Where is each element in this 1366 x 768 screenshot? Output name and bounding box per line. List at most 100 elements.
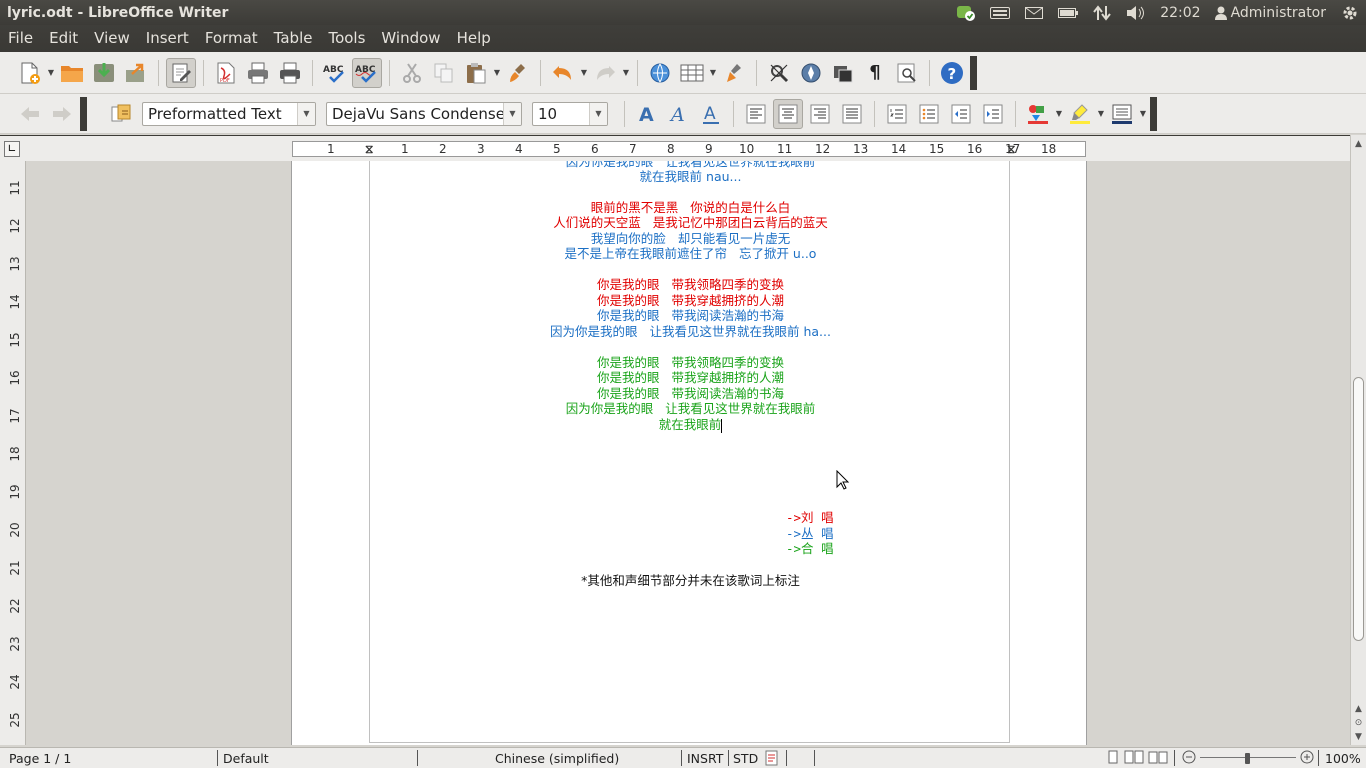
lyric-line[interactable]: 眼前的黑不是黑 你说的白是什么白 [370, 200, 1011, 215]
paste-button[interactable] [461, 58, 491, 88]
autospellcheck-button[interactable]: ABC [352, 57, 382, 88]
table-button[interactable] [677, 58, 707, 88]
horizontal-ruler[interactable]: 1 1 2 3 4 5 6 7 8 9 10 11 12 13 14 15 16… [292, 141, 1086, 157]
background-color-button[interactable] [1107, 99, 1137, 129]
document-page[interactable]: 因为你是我的眼 让我看见这世界就在我眼前 就在我眼前 nau... 眼前的黑不是… [291, 161, 1087, 745]
new-document-button[interactable] [15, 58, 45, 88]
keyboard-icon[interactable] [990, 5, 1011, 21]
formatting-marks-button[interactable]: ¶ [860, 58, 890, 88]
lyric-line[interactable]: 我望向你的脸 却只能看见一片虚无 [370, 231, 1011, 246]
redo-button[interactable] [590, 58, 620, 88]
redo-dropdown-arrow[interactable]: ▼ [621, 58, 631, 88]
gallery-button[interactable] [828, 58, 858, 88]
styles-formatting-button[interactable] [106, 99, 136, 129]
menu-file[interactable]: File [0, 25, 41, 52]
clone-formatting-button[interactable] [503, 58, 533, 88]
forward-button[interactable] [47, 99, 77, 129]
align-right-button[interactable] [805, 99, 835, 129]
decrease-indent-button[interactable] [946, 99, 976, 129]
highlighting-dropdown-arrow[interactable]: ▼ [1096, 99, 1106, 129]
edit-mode-button[interactable] [166, 57, 196, 88]
font-name-arrow[interactable]: ▼ [503, 102, 521, 125]
document-modified-icon[interactable] [765, 750, 779, 768]
language[interactable]: Chinese (simplified) [495, 751, 619, 766]
zoom-level[interactable]: 100% [1325, 751, 1361, 766]
zoom-button[interactable] [892, 58, 922, 88]
left-indent-marker[interactable]: ⧖ [365, 142, 373, 157]
paragraph-style-arrow[interactable]: ▼ [297, 102, 315, 125]
justify-button[interactable] [837, 99, 867, 129]
menu-format[interactable]: Format [197, 25, 266, 52]
book-view-icon[interactable] [1148, 750, 1168, 767]
undo-dropdown-arrow[interactable]: ▼ [579, 58, 589, 88]
toolbar-grip[interactable] [970, 55, 977, 90]
font-color-dropdown-arrow[interactable]: ▼ [1054, 99, 1064, 129]
right-indent-marker[interactable]: ⧖ [1007, 142, 1015, 157]
font-color-button[interactable] [1023, 99, 1053, 129]
single-page-view-icon[interactable] [1106, 750, 1120, 767]
spellcheck-button[interactable]: ABC [320, 58, 350, 88]
menu-table[interactable]: Table [266, 25, 321, 52]
font-name-combo[interactable]: DejaVu Sans Condensec ▼ [326, 101, 522, 126]
lyric-line[interactable]: 因为你是我的眼 让我看见这世界就在我眼前 [370, 161, 1011, 169]
save-button[interactable] [89, 58, 119, 88]
mail-icon[interactable] [1024, 5, 1044, 21]
lyric-line[interactable]: 人们说的天空蓝 是我记忆中那团白云背后的蓝天 [370, 215, 1011, 230]
clock[interactable]: 22:02 [1160, 5, 1200, 21]
volume-icon[interactable] [1126, 5, 1146, 21]
zoom-slider-thumb[interactable] [1245, 753, 1250, 764]
session-gear-icon[interactable] [1340, 5, 1360, 21]
update-notifier-icon[interactable] [956, 5, 976, 21]
align-left-button[interactable] [741, 99, 771, 129]
page-style[interactable]: Default [223, 751, 269, 766]
align-center-button[interactable] [773, 98, 803, 129]
menu-help[interactable]: Help [449, 25, 499, 52]
lyric-line[interactable]: 你是我的眼 带我阅读浩瀚的书海 [370, 308, 1011, 323]
lyric-line[interactable]: 你是我的眼 带我领略四季的变换 [370, 277, 1011, 292]
print-directly-button[interactable] [275, 58, 305, 88]
text-body[interactable]: 因为你是我的眼 让我看见这世界就在我眼前 就在我眼前 nau... 眼前的黑不是… [369, 161, 1010, 743]
legend-line[interactable]: ->刘 唱 [786, 510, 834, 525]
show-draw-functions-button[interactable] [719, 58, 749, 88]
menu-insert[interactable]: Insert [138, 25, 197, 52]
tab-stop-selector[interactable]: ∟ [4, 141, 20, 157]
toolbar-grip[interactable] [80, 96, 87, 131]
font-size-combo[interactable]: 10 ▼ [532, 101, 608, 126]
previous-page-icon[interactable]: ⊙ [1352, 717, 1365, 729]
insert-mode[interactable]: INSRT [687, 751, 723, 766]
navigator-button[interactable] [796, 58, 826, 88]
lyric-line-with-cursor[interactable]: 就在我眼前 [370, 417, 1011, 433]
menu-view[interactable]: View [86, 25, 138, 52]
legend-line[interactable]: ->合 唱 [786, 541, 834, 556]
send-email-button[interactable] [121, 58, 151, 88]
italic-button[interactable]: A [664, 99, 694, 129]
paragraph-style-combo[interactable]: Preformatted Text ▼ [142, 101, 316, 126]
lyric-line[interactable]: 你是我的眼 带我穿越拥挤的人潮 [370, 370, 1011, 385]
scroll-down-arrow[interactable]: ▼ [1352, 731, 1365, 743]
footnote-line[interactable]: *其他和声细节部分并未在该歌词上标注 [370, 573, 1011, 588]
lyric-line[interactable]: 你是我的眼 带我阅读浩瀚的书海 [370, 386, 1011, 401]
new-dropdown-arrow[interactable]: ▼ [46, 58, 56, 88]
increase-indent-button[interactable] [978, 99, 1008, 129]
export-pdf-button[interactable]: PDF [211, 58, 241, 88]
user-menu[interactable]: Administrator [1214, 5, 1326, 21]
background-color-dropdown-arrow[interactable]: ▼ [1138, 99, 1148, 129]
zoom-out-icon[interactable] [1182, 750, 1196, 767]
back-button[interactable] [15, 99, 45, 129]
help-button[interactable]: ? [937, 58, 967, 88]
lyric-line[interactable]: 就在我眼前 nau... [370, 169, 1011, 184]
legend-line[interactable]: ->丛 唱 [786, 526, 834, 541]
cut-button[interactable] [397, 58, 427, 88]
toolbar-grip[interactable] [1150, 96, 1157, 131]
copy-button[interactable] [429, 58, 459, 88]
vertical-scrollbar[interactable]: ▲ ▲ ⊙ ▼ [1350, 135, 1366, 745]
find-replace-button[interactable] [764, 58, 794, 88]
bold-button[interactable]: A [632, 99, 662, 129]
lyric-line[interactable]: 你是我的眼 带我穿越拥挤的人潮 [370, 293, 1011, 308]
hyperlink-button[interactable] [645, 58, 675, 88]
vertical-ruler[interactable]: 11 12 13 14 15 16 17 18 19 20 21 22 23 2… [0, 161, 26, 745]
print-button[interactable] [243, 58, 273, 88]
document-area[interactable]: 因为你是我的眼 让我看见这世界就在我眼前 就在我眼前 nau... 眼前的黑不是… [26, 161, 1350, 745]
highlighting-button[interactable] [1065, 99, 1095, 129]
lyric-line[interactable]: 因为你是我的眼 让我看见这世界就在我眼前 ha... [370, 324, 1011, 339]
